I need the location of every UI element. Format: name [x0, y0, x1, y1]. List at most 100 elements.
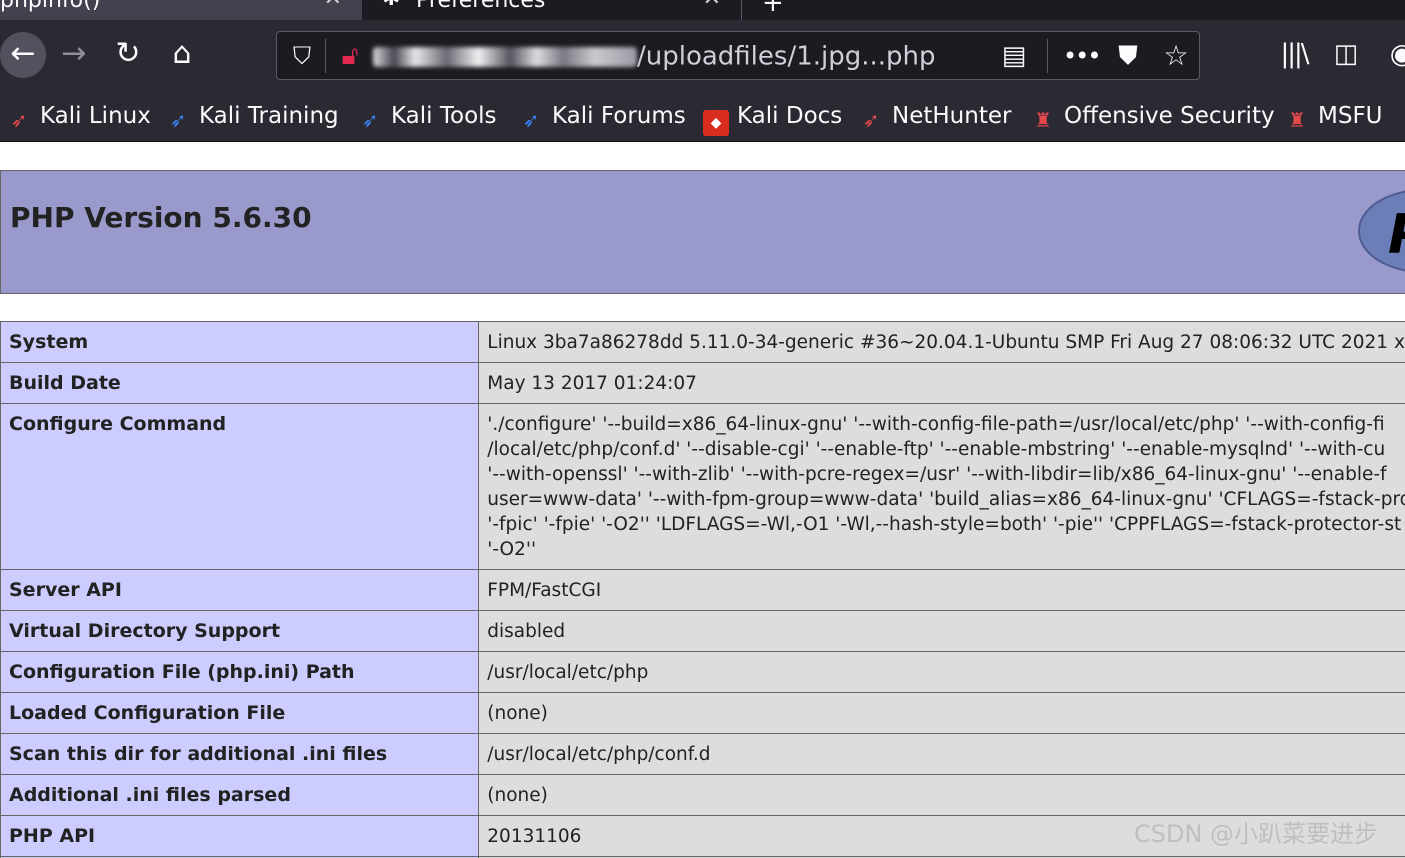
close-tab-icon[interactable]: ✕ — [324, 0, 342, 10]
back-button[interactable]: ← — [0, 32, 46, 78]
value-line: /usr/local/etc/php — [487, 662, 649, 683]
table-row: Virtual Directory Support disabled — [0, 610, 1405, 652]
table-row: Server API FPM/FastCGI — [0, 569, 1405, 611]
offsec-icon: ♜ — [1288, 108, 1306, 132]
php-logo[interactable]: P — [1358, 189, 1405, 273]
bookmark-offensive-security[interactable]: ♜ Offensive Security — [1030, 98, 1275, 134]
row-key: Configuration File (php.ini) Path — [0, 651, 480, 693]
tab-phpinfo[interactable]: phpinfo() ✕ — [0, 0, 362, 20]
row-key: Build Date — [0, 362, 480, 404]
row-value: /usr/local/etc/php/conf.d — [478, 733, 1405, 775]
bookmark-kali-tools[interactable]: ➶ Kali Tools — [357, 98, 497, 134]
value-line: (none) — [487, 703, 548, 724]
forward-button[interactable]: → — [54, 34, 94, 74]
bookmark-label: Kali Forums — [552, 103, 686, 129]
row-key: System — [0, 321, 480, 363]
value-line: './configure' '--build=x86_64-linux-gnu'… — [487, 414, 1385, 435]
row-key: PHP API — [0, 815, 480, 857]
row-value: FPM/FastCGI — [478, 569, 1405, 611]
row-key: Server API — [0, 569, 480, 611]
row-key: Additional .ini files parsed — [0, 774, 480, 816]
tab-title: phpinfo() — [0, 0, 100, 12]
bookmark-msfu[interactable]: ♜ MSFU — [1284, 98, 1382, 134]
bookmark-label: NetHunter — [892, 103, 1012, 129]
table-row: Additional .ini files parsed (none) — [0, 774, 1405, 816]
kali-docs-icon: ◆ — [703, 110, 729, 136]
table-row: Configure Command './configure' '--build=… — [0, 403, 1405, 570]
offsec-icon: ♜ — [1034, 108, 1052, 132]
pocket-icon[interactable]: ⛊ — [1111, 39, 1145, 73]
table-row: Build Date May 13 2017 01:24:07 — [0, 362, 1405, 404]
row-value: Linux 3ba7a86278dd 5.11.0-34-generic #36… — [478, 321, 1405, 363]
url-text[interactable]: /uploadfiles/1.jpg...php — [373, 38, 936, 74]
bookmark-kali-linux[interactable]: ➶ Kali Linux — [6, 98, 151, 134]
row-value: (none) — [478, 692, 1405, 734]
php-version-header: PHP Version 5.6.30 P — [0, 170, 1405, 294]
page-content: PHP Version 5.6.30 P System Linux 3ba7a86… — [0, 143, 1405, 858]
bookmark-nethunter[interactable]: ➶ NetHunter — [858, 98, 1012, 134]
value-line: '--with-openssl' '--with-zlib' '--with-p… — [487, 464, 1387, 485]
urlbar-divider — [1047, 39, 1048, 73]
bookmark-kali-training[interactable]: ➶ Kali Training — [165, 98, 339, 134]
table-row: System Linux 3ba7a86278dd 5.11.0-34-gener… — [0, 321, 1405, 363]
row-value: './configure' '--build=x86_64-linux-gnu'… — [478, 403, 1405, 570]
php-logo-text: P — [1388, 203, 1405, 266]
url-path: /uploadfiles/1.jpg...php — [637, 41, 936, 72]
page-actions-more-icon[interactable]: ••• — [1063, 39, 1101, 73]
csdn-watermark: CSDN @小趴菜要进步 — [1134, 820, 1379, 848]
reload-button[interactable]: ↻ — [108, 34, 148, 74]
gear-icon: ✱ — [382, 0, 400, 10]
value-line: Linux 3ba7a86278dd 5.11.0-34-generic #36… — [487, 332, 1405, 353]
value-line: May 13 2017 01:24:07 — [487, 373, 697, 394]
kali-dragon-icon: ➶ — [361, 108, 379, 132]
value-line: '-O2'' — [487, 539, 537, 560]
tab-strip: phpinfo() ✕ ✱ Preferences ✕ + — [0, 0, 1405, 20]
sidebar-toggle-icon[interactable]: ◫ — [1326, 34, 1366, 74]
new-tab-button[interactable]: + — [762, 0, 784, 18]
bookmark-star-icon[interactable]: ☆ — [1159, 39, 1193, 73]
address-bar[interactable]: ⛉ 🔓︎ /uploadfiles/1.jpg...php ▤ ••• ⛊ ☆ — [276, 31, 1200, 80]
php-info-rows: System Linux 3ba7a86278dd 5.11.0-34-gener… — [0, 321, 1405, 858]
value-line: FPM/FastCGI — [487, 580, 602, 601]
bookmark-kali-docs[interactable]: ◆ Kali Docs — [703, 98, 843, 136]
row-key: Virtual Directory Support — [0, 610, 480, 652]
table-row: Loaded Configuration File (none) — [0, 692, 1405, 734]
close-tab-icon[interactable]: ✕ — [703, 0, 721, 10]
value-line: /local/etc/php/conf.d' '--disable-cgi' '… — [487, 439, 1386, 460]
bookmark-label: Kali Training — [199, 103, 339, 129]
value-line: (none) — [487, 785, 548, 806]
value-line: user=www-data' '--with-fpm-group=www-dat… — [487, 489, 1405, 510]
php-info-table: System Linux 3ba7a86278dd 5.11.0-34-gener… — [0, 321, 1405, 858]
account-icon[interactable]: ◉ — [1382, 34, 1405, 74]
navigation-toolbar: ← → ↻ ⌂ ⛉ 🔓︎ /uploadfiles/1.jpg...php ▤ … — [0, 20, 1405, 90]
nethunter-icon: ➶ — [862, 108, 880, 132]
tracking-protection-shield-icon[interactable]: ⛉ — [287, 40, 317, 72]
table-row: Scan this dir for additional .ini files /… — [0, 733, 1405, 775]
row-value: May 13 2017 01:24:07 — [478, 362, 1405, 404]
tab-preferences[interactable]: ✱ Preferences ✕ — [372, 0, 742, 20]
row-key: Scan this dir for additional .ini files — [0, 733, 480, 775]
kali-dragon-red-icon: ➶ — [10, 108, 28, 132]
home-button[interactable]: ⌂ — [162, 34, 202, 74]
tab-title: Preferences — [416, 0, 545, 12]
bookmark-label: Kali Docs — [737, 103, 843, 129]
row-key: Configure Command — [0, 403, 480, 570]
kali-dragon-icon: ➶ — [522, 108, 540, 132]
bookmark-kali-forums[interactable]: ➶ Kali Forums — [518, 98, 686, 134]
row-key: Loaded Configuration File — [0, 692, 480, 734]
value-line: '-fpic' '-fpie' '-O2'' 'LDFLAGS=-Wl,-O1 … — [487, 514, 1402, 535]
insecure-connection-lock-icon[interactable]: 🔓︎ — [335, 39, 365, 73]
value-line: /usr/local/etc/php/conf.d — [487, 744, 711, 765]
bookmark-label: Offensive Security — [1064, 103, 1275, 129]
row-value: /usr/local/etc/php — [478, 651, 1405, 693]
row-value: (none) — [478, 774, 1405, 816]
bookmark-label: Kali Tools — [391, 103, 497, 129]
kali-dragon-icon: ➶ — [169, 108, 187, 132]
bookmarks-toolbar: ➶ Kali Linux ➶ Kali Training ➶ Kali Tools ➶… — [0, 90, 1405, 142]
row-value: disabled — [478, 610, 1405, 652]
reader-view-icon[interactable]: ▤ — [997, 39, 1031, 73]
library-icon[interactable]: |||\ — [1274, 34, 1314, 74]
urlbar-divider — [325, 39, 326, 73]
table-row: Configuration File (php.ini) Path/usr/lo… — [0, 651, 1405, 693]
value-line: disabled — [487, 621, 566, 642]
